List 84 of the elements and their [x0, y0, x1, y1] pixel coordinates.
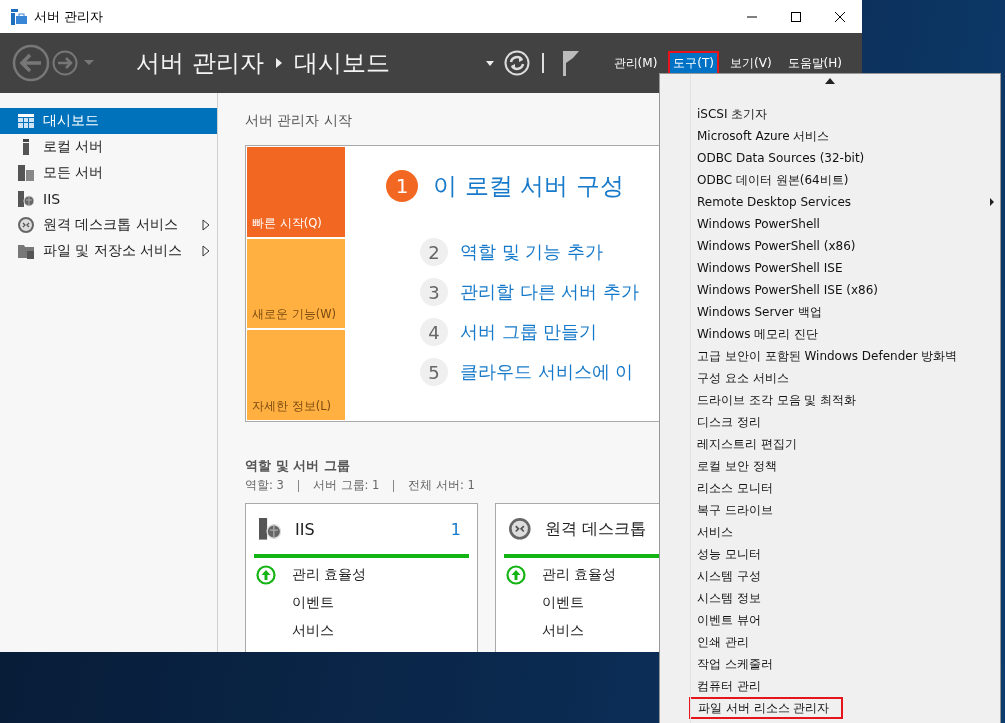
menu-item[interactable]: 리소스 모니터	[689, 477, 786, 499]
window-title: 서버 관리자	[34, 7, 104, 26]
menu-item[interactable]: 고급 보안이 포함된 Windows Defender 방화벽	[689, 345, 971, 367]
card-count: 1	[450, 519, 461, 539]
breadcrumb-arrow-icon	[275, 58, 282, 68]
sidebar-item[interactable]: 파일 및 저장소 서비스	[0, 238, 217, 264]
app-icon	[10, 7, 28, 26]
caret-down-icon[interactable]	[485, 60, 494, 66]
expand-arrow-icon[interactable]	[202, 245, 210, 257]
menu-item[interactable]: 드라이브 조각 모음 및 최적화	[689, 389, 870, 411]
step-number: 2	[420, 238, 448, 266]
step-number: 3	[420, 278, 448, 306]
menu-item[interactable]: 시스템 정보	[689, 587, 774, 609]
menu-item[interactable]: 작업 스케줄러	[689, 653, 786, 675]
summary-count: 서버 그룹: 1	[312, 478, 380, 493]
menu-item[interactable]: 파일 서버 리소스 관리자	[689, 697, 844, 719]
card-row-link[interactable]: 관리 효율성	[542, 566, 617, 584]
menu-item[interactable]: Windows Server 백업	[689, 301, 835, 323]
grid-icon	[18, 113, 34, 129]
menu-item[interactable]: 시스템 구성	[689, 565, 774, 587]
menu-item[interactable]: 디스크 정리	[689, 411, 774, 433]
menu-item[interactable]: Remote Desktop Services	[689, 191, 865, 213]
menu-item[interactable]: Windows 메모리 진단	[689, 323, 832, 345]
menu-item[interactable]: 레지스트리 편집기	[689, 433, 810, 455]
remote-icon	[18, 217, 34, 233]
menu-item[interactable]: 이벤트 뷰어	[689, 609, 774, 631]
menu-item[interactable]: 로컬 보안 정책	[689, 455, 790, 477]
step-number: 1	[386, 170, 418, 202]
sidebar-item[interactable]: IIS	[0, 186, 217, 212]
card-title[interactable]: IIS	[295, 519, 315, 539]
menu-item[interactable]: 관리(M)	[608, 50, 663, 76]
sidebar-item[interactable]: 대시보드	[0, 108, 217, 134]
step-link[interactable]: 이 로컬 서버 구성	[433, 170, 624, 202]
tile-button[interactable]: 자세한 정보(L)	[247, 330, 345, 420]
menu-item[interactable]: 복구 드라이브	[689, 499, 786, 521]
server-icon	[18, 165, 34, 181]
menu-item[interactable]: 인쇄 관리	[689, 631, 762, 653]
card-row-link[interactable]: 이벤트	[542, 594, 584, 612]
server-icon	[259, 518, 281, 540]
menu-item[interactable]: Microsoft Azure 서비스	[689, 125, 843, 147]
menu-item[interactable]: 서비스	[689, 521, 746, 543]
card-row-link[interactable]: 관리 효율성	[292, 566, 367, 584]
maximize-icon[interactable]	[790, 10, 802, 23]
section-title: 서버 관리자 시작	[245, 112, 352, 130]
menu-item[interactable]: ODBC 데이터 원본(64비트)	[689, 169, 862, 191]
summary-count: 역할: 3	[245, 478, 284, 493]
menu-item[interactable]: Windows PowerShell ISE	[689, 257, 856, 279]
menu-item[interactable]: 구성 요소 서비스	[689, 367, 802, 389]
close-icon[interactable]	[834, 10, 846, 23]
breadcrumb-item[interactable]: 서버 관리자	[136, 47, 264, 79]
card-row-link[interactable]: 이벤트	[292, 594, 334, 612]
menu-item[interactable]: Windows PowerShell ISE (x86)	[689, 279, 892, 301]
summary-count: 전체 서버: 1	[408, 478, 475, 493]
menu-item[interactable]: 컴퓨터 관리	[689, 675, 774, 697]
server-icon	[18, 191, 34, 207]
expand-arrow-icon[interactable]	[202, 219, 210, 231]
card-row-link[interactable]: 서비스	[542, 622, 584, 640]
remote-icon	[509, 518, 531, 540]
step-link[interactable]: 클라우드 서비스에 이	[460, 360, 634, 384]
step-number: 5	[420, 358, 448, 386]
menu-item[interactable]: Windows PowerShell (x86)	[689, 235, 869, 257]
breadcrumb-item[interactable]: 대시보드	[293, 47, 390, 79]
step-link[interactable]: 관리할 다른 서버 추가	[460, 280, 640, 304]
menu-item[interactable]: 도구(T)	[668, 50, 720, 76]
step-link[interactable]: 역할 및 기능 추가	[460, 240, 604, 264]
sidebar-item[interactable]: 원격 데스크톱 서비스	[0, 212, 217, 238]
step-link[interactable]: 서버 그룹 만들기	[460, 320, 598, 344]
menu-item[interactable]: 보기(V)	[725, 50, 777, 76]
section-title: 역할 및 서버 그룹	[245, 457, 350, 475]
menu-item[interactable]: ODBC Data Sources (32-bit)	[689, 147, 878, 169]
scroll-up-icon[interactable]	[825, 78, 835, 84]
step-number: 4	[420, 318, 448, 346]
menu-item[interactable]: 성능 모니터	[689, 543, 774, 565]
refresh-icon[interactable]	[503, 50, 530, 76]
tile-button[interactable]: 새로운 기능(W)	[247, 238, 345, 329]
card-title[interactable]: 원격 데스크톱	[545, 518, 647, 540]
flag-icon[interactable]	[561, 50, 580, 76]
menu-item[interactable]: Windows PowerShell	[689, 213, 833, 235]
sidebar-item[interactable]: 로컬 서버	[0, 134, 217, 160]
folder-icon	[18, 243, 34, 259]
menu-item[interactable]: iSCSI 초기자	[689, 103, 781, 125]
sidebar-item[interactable]: 모든 서버	[0, 160, 217, 186]
menu-item[interactable]: 도움말(H)	[782, 50, 847, 76]
card-row-link[interactable]: 서비스	[292, 622, 334, 640]
